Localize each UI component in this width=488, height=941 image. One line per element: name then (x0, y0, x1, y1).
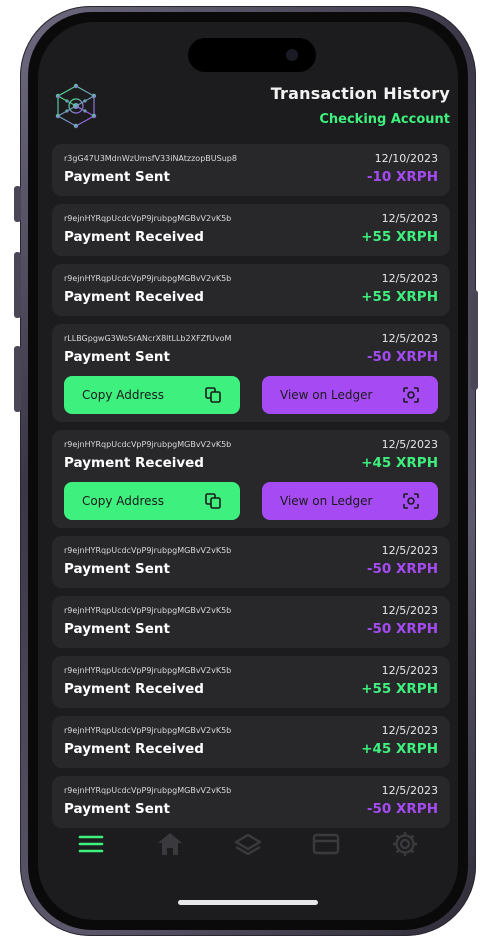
transaction-type: Payment Received (64, 741, 204, 757)
transaction-card[interactable]: r9ejnHYRqpUcdcVpP9jrubpgMGBvV2vK5b 12/5/… (52, 264, 450, 316)
account-name[interactable]: Checking Account (319, 112, 450, 127)
action-button (14, 186, 21, 222)
transaction-address: r9ejnHYRqpUcdcVpP9jrubpgMGBvV2vK5b (64, 545, 232, 555)
transaction-amount: +55 XRPH (361, 681, 438, 697)
transaction-amount: +55 XRPH (361, 229, 438, 245)
scan-icon (403, 387, 419, 403)
transaction-address: r9ejnHYRqpUcdcVpP9jrubpgMGBvV2vK5b (64, 439, 232, 449)
view-on-ledger-label: View on Ledger (280, 388, 373, 402)
app-screen: Transaction History Checking Account r3g… (38, 22, 458, 920)
copy-address-label: Copy Address (82, 388, 165, 402)
transaction-card[interactable]: r9ejnHYRqpUcdcVpP9jrubpgMGBvV2vK5b 12/5/… (52, 536, 450, 588)
transaction-type: Payment Sent (64, 801, 170, 817)
transaction-date: 12/10/2023 (374, 151, 438, 165)
bottom-tab-bar (38, 822, 458, 866)
scan-icon (403, 493, 419, 509)
transaction-card[interactable]: r9ejnHYRqpUcdcVpP9jrubpgMGBvV2vK5b 12/5/… (52, 716, 450, 768)
transaction-amount: +45 XRPH (361, 741, 438, 757)
transaction-date: 12/5/2023 (381, 663, 438, 677)
transaction-amount: +45 XRPH (361, 455, 438, 471)
copy-address-button[interactable]: Copy Address (64, 482, 240, 520)
tab-home[interactable] (153, 827, 187, 861)
transaction-amount: -10 XRPH (366, 169, 438, 185)
card-icon (313, 833, 340, 855)
transaction-amount: +55 XRPH (361, 289, 438, 305)
transaction-type: Payment Received (64, 289, 204, 305)
transaction-list: r3gG47U3MdnWzUmsfV33iNAtzzopBUSup8 12/10… (52, 144, 450, 836)
tab-layers[interactable] (231, 827, 265, 861)
volume-down-button (14, 346, 21, 412)
view-on-ledger-button[interactable]: View on Ledger (262, 482, 438, 520)
transaction-card-expanded[interactable]: rLLBGpgwG3WoSrANcrX8ltLLb2XFZfUvoM 12/5/… (52, 324, 450, 422)
power-button (471, 290, 478, 390)
page-title: Transaction History (270, 84, 450, 103)
transaction-type: Payment Sent (64, 349, 170, 365)
gear-icon (392, 832, 417, 856)
transaction-amount: -50 XRPH (366, 349, 438, 365)
transaction-amount: -50 XRPH (366, 801, 438, 817)
transaction-card[interactable]: r9ejnHYRqpUcdcVpP9jrubpgMGBvV2vK5b 12/5/… (52, 596, 450, 648)
view-on-ledger-button[interactable]: View on Ledger (262, 376, 438, 414)
transaction-type: Payment Received (64, 455, 204, 471)
copy-address-label: Copy Address (82, 494, 165, 508)
copy-icon (205, 493, 221, 509)
transaction-address: r9ejnHYRqpUcdcVpP9jrubpgMGBvV2vK5b (64, 785, 232, 795)
menu-icon (78, 835, 104, 853)
transaction-address: r9ejnHYRqpUcdcVpP9jrubpgMGBvV2vK5b (64, 273, 232, 283)
transaction-card[interactable]: r9ejnHYRqpUcdcVpP9jrubpgMGBvV2vK5b 12/5/… (52, 776, 450, 828)
network-cube-icon (55, 83, 97, 129)
transaction-address: r9ejnHYRqpUcdcVpP9jrubpgMGBvV2vK5b (64, 213, 232, 223)
transaction-address: r3gG47U3MdnWzUmsfV33iNAtzzopBUSup8 (64, 153, 237, 163)
tab-card[interactable] (309, 827, 343, 861)
copy-address-button[interactable]: Copy Address (64, 376, 240, 414)
transaction-address: r9ejnHYRqpUcdcVpP9jrubpgMGBvV2vK5b (64, 605, 232, 615)
view-on-ledger-label: View on Ledger (280, 494, 373, 508)
layers-icon (234, 833, 262, 856)
copy-icon (205, 387, 221, 403)
transaction-date: 12/5/2023 (381, 271, 438, 285)
transaction-date: 12/5/2023 (381, 603, 438, 617)
transaction-card[interactable]: r9ejnHYRqpUcdcVpP9jrubpgMGBvV2vK5b 12/5/… (52, 656, 450, 708)
transaction-card[interactable]: r9ejnHYRqpUcdcVpP9jrubpgMGBvV2vK5b 12/5/… (52, 204, 450, 256)
transaction-date: 12/5/2023 (381, 211, 438, 225)
transaction-date: 12/5/2023 (381, 331, 438, 345)
transaction-date: 12/5/2023 (381, 723, 438, 737)
transaction-address: r9ejnHYRqpUcdcVpP9jrubpgMGBvV2vK5b (64, 725, 232, 735)
tab-settings[interactable] (388, 827, 422, 861)
transaction-type: Payment Sent (64, 169, 170, 185)
transaction-type: Payment Sent (64, 621, 170, 637)
home-icon (157, 833, 182, 855)
transaction-date: 12/5/2023 (381, 543, 438, 557)
transaction-address: rLLBGpgwG3WoSrANcrX8ltLLb2XFZfUvoM (64, 333, 232, 343)
camera-icon (286, 49, 298, 61)
volume-up-button (14, 252, 21, 318)
transaction-amount: -50 XRPH (366, 561, 438, 577)
transaction-card[interactable]: r3gG47U3MdnWzUmsfV33iNAtzzopBUSup8 12/10… (52, 144, 450, 196)
transaction-type: Payment Sent (64, 561, 170, 577)
transaction-date: 12/5/2023 (381, 783, 438, 797)
transaction-amount: -50 XRPH (366, 621, 438, 637)
tab-menu[interactable] (74, 827, 108, 861)
transaction-address: r9ejnHYRqpUcdcVpP9jrubpgMGBvV2vK5b (64, 665, 232, 675)
transaction-date: 12/5/2023 (381, 437, 438, 451)
transaction-type: Payment Received (64, 229, 204, 245)
home-indicator[interactable] (178, 900, 318, 905)
transaction-type: Payment Received (64, 681, 204, 697)
dynamic-island (188, 38, 316, 72)
transaction-card-expanded[interactable]: r9ejnHYRqpUcdcVpP9jrubpgMGBvV2vK5b 12/5/… (52, 430, 450, 528)
